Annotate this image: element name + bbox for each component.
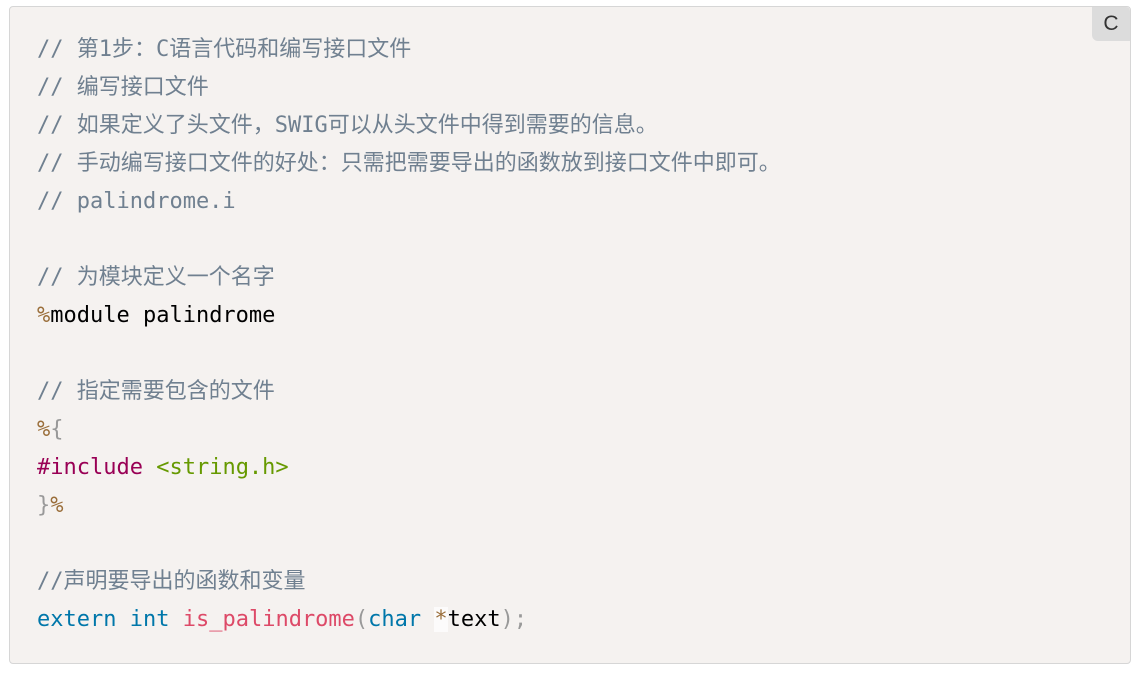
code-line: // 手动编写接口文件的好处：只需把需要导出的函数放到接口文件中即可。 bbox=[37, 145, 781, 183]
percent-token: % bbox=[50, 493, 64, 518]
keyword-int: int bbox=[129, 607, 170, 632]
code-line: // 指定需要包含的文件 bbox=[37, 373, 781, 411]
pointer-token: * bbox=[434, 607, 448, 632]
code-line: extern int is_palindrome(char *text); bbox=[37, 601, 781, 639]
code-line: // 如果定义了头文件，SWIG可以从头文件中得到需要的信息。 bbox=[37, 107, 781, 145]
code-comment: //声明要导出的函数和变量 bbox=[37, 569, 306, 594]
code-line: // 为模块定义一个名字 bbox=[37, 259, 781, 297]
brace-token: } bbox=[37, 493, 51, 518]
code-line: // 第1步：C语言代码和编写接口文件 bbox=[37, 31, 781, 69]
code-comment: // 指定需要包含的文件 bbox=[37, 379, 275, 404]
code-line: // 编写接口文件 bbox=[37, 69, 781, 107]
code-content: // 第1步：C语言代码和编写接口文件 // 编写接口文件 // 如果定义了头文件，… bbox=[37, 31, 781, 639]
percent-token: % bbox=[37, 303, 51, 328]
code-line: %{ bbox=[37, 411, 781, 449]
brace-token: { bbox=[50, 417, 64, 442]
code-comment: // 为模块定义一个名字 bbox=[37, 265, 275, 290]
code-line: // palindrome.i bbox=[37, 183, 781, 221]
language-badge: C bbox=[1092, 7, 1130, 41]
module-directive: module palindrome bbox=[50, 303, 276, 328]
code-line: %module palindrome bbox=[37, 297, 781, 335]
keyword-char: char bbox=[368, 607, 422, 632]
percent-token: % bbox=[37, 417, 51, 442]
code-comment: // 编写接口文件 bbox=[37, 75, 209, 100]
paren-token: ( bbox=[354, 607, 369, 632]
code-comment: // palindrome.i bbox=[37, 189, 236, 214]
param-name: text bbox=[447, 607, 501, 632]
code-comment: // 如果定义了头文件，SWIG可以从头文件中得到需要的信息。 bbox=[37, 113, 658, 138]
code-line: }% bbox=[37, 487, 781, 525]
code-line: #include <string.h> bbox=[37, 449, 781, 487]
keyword-extern: extern bbox=[37, 607, 117, 632]
function-name: is_palindrome bbox=[182, 607, 355, 632]
code-line: //声明要导出的函数和变量 bbox=[37, 563, 781, 601]
close-token: ); bbox=[500, 607, 528, 632]
include-directive: #include bbox=[37, 455, 143, 480]
code-comment: // 手动编写接口文件的好处：只需把需要导出的函数放到接口文件中即可。 bbox=[37, 151, 781, 176]
code-block: C // 第1步：C语言代码和编写接口文件 // 编写接口文件 // 如果定义了头文… bbox=[9, 6, 1131, 664]
code-comment: // 第1步：C语言代码和编写接口文件 bbox=[37, 37, 412, 62]
header-name: <string.h> bbox=[156, 455, 289, 480]
